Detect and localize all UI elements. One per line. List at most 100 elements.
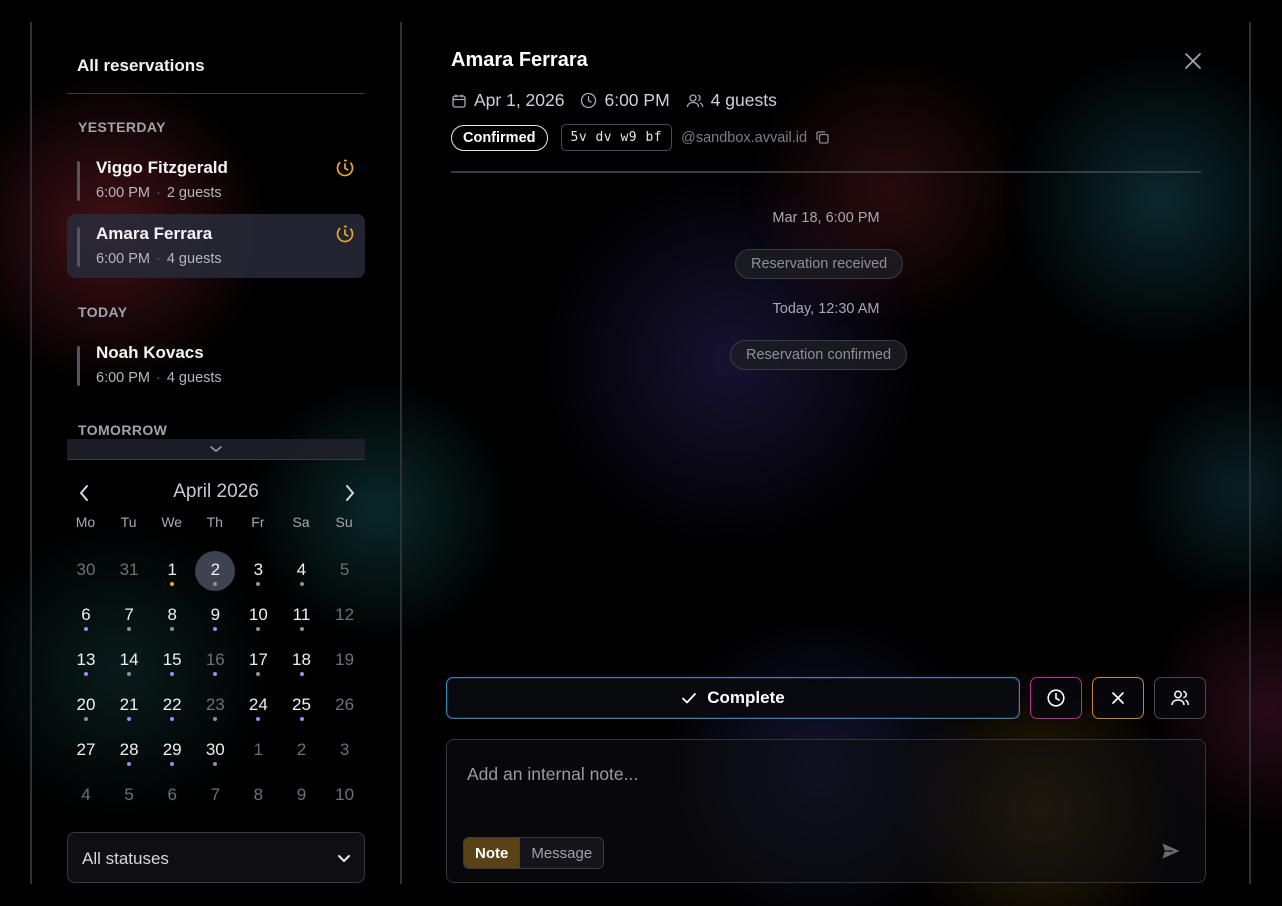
calendar-day-number: 29 bbox=[162, 740, 182, 759]
sidebar-title[interactable]: All reservations bbox=[77, 56, 205, 76]
chevron-down-icon bbox=[210, 446, 222, 453]
status-filter-select[interactable]: All statuses bbox=[67, 832, 365, 883]
calendar-day[interactable]: 10 bbox=[325, 776, 365, 816]
calendar-day[interactable]: 22 bbox=[152, 686, 192, 726]
calendar-day[interactable]: 28 bbox=[109, 731, 149, 771]
status-filter-value: All statuses bbox=[82, 849, 169, 868]
calendar-day[interactable]: 14 bbox=[109, 641, 149, 681]
copy-icon[interactable] bbox=[815, 130, 830, 145]
calendar-day-number: 3 bbox=[339, 740, 350, 759]
close-button[interactable] bbox=[1181, 49, 1205, 73]
calendar-day-number: 19 bbox=[335, 650, 355, 669]
calendar-day-number: 9 bbox=[296, 785, 307, 804]
reservation-indicator-dot bbox=[127, 672, 132, 676]
close-icon bbox=[1185, 53, 1201, 69]
message-mode-button[interactable]: Message bbox=[519, 838, 604, 868]
reservation-time: 6:00 PM bbox=[96, 185, 150, 201]
calendar-day[interactable]: 29 bbox=[152, 731, 192, 771]
calendar-day[interactable]: 3 bbox=[238, 551, 278, 591]
calendar-day-number: 10 bbox=[248, 605, 268, 624]
reservation-meta: 6:00 PM · 4 guests bbox=[96, 251, 222, 267]
calendar-day-number: 7 bbox=[210, 785, 221, 804]
reservations-sidebar: All reservations YESTERDAY Viggo Fitzger… bbox=[32, 22, 400, 884]
calendar-day-number: 1 bbox=[167, 560, 177, 579]
calendar-day-number: 22 bbox=[162, 695, 182, 714]
calendar-day[interactable]: 19 bbox=[325, 641, 365, 681]
calendar-day[interactable]: 30 bbox=[195, 731, 235, 771]
calendar-day[interactable]: 12 bbox=[325, 596, 365, 636]
calendar-day[interactable]: 21 bbox=[109, 686, 149, 726]
reservation-item-viggo-fitzgerald[interactable]: Viggo Fitzgerald 6:00 PM · 2 guests bbox=[67, 148, 365, 212]
calendar-day[interactable]: 4 bbox=[66, 776, 106, 816]
calendar-day[interactable]: 1 bbox=[152, 551, 192, 591]
calendar-day[interactable]: 20 bbox=[66, 686, 106, 726]
calendar-day[interactable]: 8 bbox=[238, 776, 278, 816]
calendar-day-number: 2 bbox=[210, 560, 221, 579]
reservation-guests: 2 guests bbox=[166, 185, 222, 201]
reschedule-button[interactable] bbox=[1030, 677, 1082, 719]
complete-button[interactable]: Complete bbox=[446, 677, 1020, 719]
calendar-day[interactable]: 16 bbox=[195, 641, 235, 681]
calendar-day[interactable]: 1 bbox=[238, 731, 278, 771]
chevron-down-icon bbox=[338, 855, 350, 863]
next-month-button[interactable] bbox=[335, 479, 365, 507]
calendar-day[interactable]: 9 bbox=[195, 596, 235, 636]
section-label-yesterday: YESTERDAY bbox=[78, 119, 166, 135]
send-icon[interactable] bbox=[1161, 842, 1181, 860]
chevron-right-icon bbox=[346, 485, 355, 501]
calendar-day[interactable]: 5 bbox=[325, 551, 365, 591]
calendar-day[interactable]: 9 bbox=[282, 776, 322, 816]
calendar-day[interactable]: 7 bbox=[109, 596, 149, 636]
reservation-indicator-dot bbox=[256, 627, 261, 631]
calendar-day[interactable]: 7 bbox=[195, 776, 235, 816]
calendar-day[interactable]: 30 bbox=[66, 551, 106, 591]
timeline-event-pill: Reservation received bbox=[735, 249, 904, 279]
calendar-month-label: April 2026 bbox=[173, 481, 259, 502]
confirmation-code[interactable]: 5v dv w9 bf bbox=[560, 124, 673, 151]
note-mode-button[interactable]: Note bbox=[464, 838, 520, 868]
calendar-day-number: 24 bbox=[248, 695, 268, 714]
reservation-indicator-dot bbox=[127, 717, 132, 721]
reservation-indicator-dot bbox=[127, 627, 132, 631]
calendar-day-number: 23 bbox=[205, 695, 225, 714]
calendar-day[interactable]: 17 bbox=[238, 641, 278, 681]
reservation-name: Noah Kovacs bbox=[96, 343, 204, 362]
calendar-day[interactable]: 15 bbox=[152, 641, 192, 681]
reservation-indicator-dot bbox=[84, 717, 88, 721]
cancel-reservation-button[interactable] bbox=[1092, 677, 1144, 719]
calendar-day-selected[interactable]: 2 bbox=[195, 551, 236, 591]
right-border bbox=[1249, 22, 1251, 884]
calendar-day[interactable]: 23 bbox=[195, 686, 235, 726]
calendar-day[interactable]: 4 bbox=[282, 551, 322, 591]
calendar-day[interactable]: 3 bbox=[325, 731, 365, 771]
calendar-day[interactable]: 6 bbox=[66, 596, 106, 636]
expand-list-button[interactable] bbox=[67, 439, 365, 460]
calendar-day[interactable]: 25 bbox=[282, 686, 322, 726]
reservation-meta: 6:00 PM · 2 guests bbox=[96, 185, 222, 201]
calendar-day[interactable]: 24 bbox=[238, 686, 278, 726]
calendar-day[interactable]: 27 bbox=[66, 731, 106, 771]
calendar-day[interactable]: 8 bbox=[152, 596, 192, 636]
calendar-day-number: 8 bbox=[167, 605, 177, 624]
reservation-time: 6:00 PM bbox=[96, 370, 150, 386]
edit-guests-button[interactable] bbox=[1154, 677, 1206, 719]
reservation-indicator-dot bbox=[299, 672, 304, 676]
reservation-item-noah-kovacs[interactable]: Noah Kovacs 6:00 PM · 4 guests bbox=[67, 333, 365, 397]
reservation-tags: Confirmed 5v dv w9 bf @sandbox.avvail.id bbox=[451, 124, 830, 151]
reservation-indicator-dot bbox=[84, 627, 88, 631]
calendar-day[interactable]: 18 bbox=[282, 641, 322, 681]
calendar-day[interactable]: 26 bbox=[325, 686, 365, 726]
calendar-day[interactable]: 31 bbox=[109, 551, 149, 591]
reservation-item-amara-ferrara[interactable]: Amara Ferrara 6:00 PM · 4 guests bbox=[67, 214, 365, 278]
calendar-day[interactable]: 10 bbox=[238, 596, 278, 636]
calendar-day[interactable]: 6 bbox=[152, 776, 192, 816]
reservation-indicator-dot bbox=[84, 672, 88, 676]
calendar-day-number: 6 bbox=[167, 785, 177, 804]
calendar-day-number: 27 bbox=[76, 740, 96, 759]
calendar-day[interactable]: 2 bbox=[282, 731, 322, 771]
calendar-day[interactable]: 13 bbox=[66, 641, 106, 681]
clock-icon bbox=[581, 92, 597, 109]
calendar-day[interactable]: 11 bbox=[282, 596, 322, 636]
note-input[interactable]: Add an internal note... bbox=[467, 764, 638, 785]
calendar-day[interactable]: 5 bbox=[109, 776, 149, 816]
